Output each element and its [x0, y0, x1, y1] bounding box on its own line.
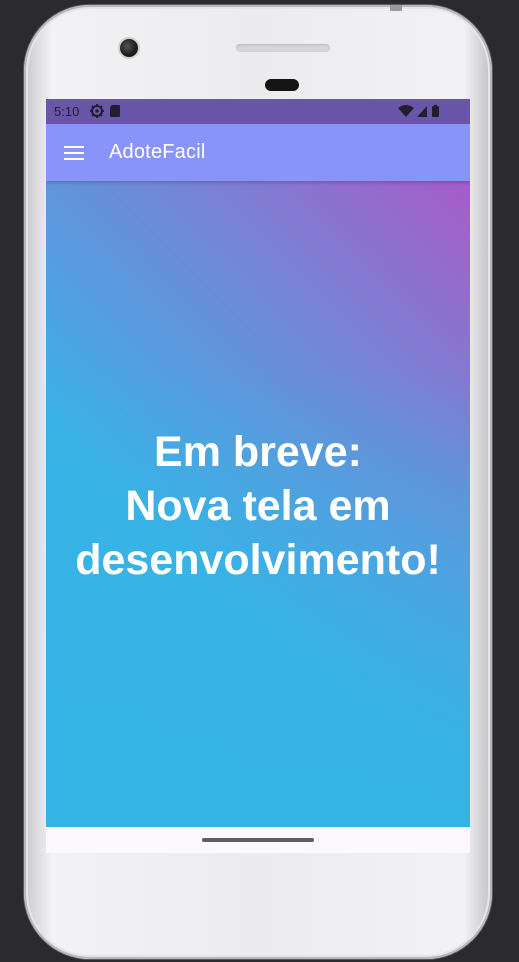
coming-soon-panel: Em breve: Nova tela em desenvolvimento! [46, 181, 470, 827]
status-bar: 5:10 [46, 99, 470, 124]
gesture-nav-bar [46, 827, 470, 853]
battery-icon [432, 106, 439, 117]
settings-gear-icon [90, 104, 104, 118]
status-time: 5:10 [54, 104, 80, 119]
sd-card-icon [110, 105, 120, 117]
emulator-stage: 5:10 AdoteFacil Em breve: Nova tela em d… [0, 0, 519, 962]
message-line: desenvolvimento! [75, 536, 441, 584]
hamburger-menu-icon [64, 146, 84, 160]
wifi-icon [398, 105, 414, 117]
menu-button[interactable] [58, 137, 90, 169]
front-camera [120, 39, 138, 57]
status-right-icons [398, 104, 444, 120]
status-left-icons [88, 103, 128, 119]
app-toolbar: AdoteFacil [46, 124, 470, 181]
earpiece-speaker [236, 44, 330, 52]
home-gesture-pill[interactable] [202, 838, 314, 842]
phone-screen: 5:10 AdoteFacil Em breve: Nova tela em d… [46, 99, 470, 853]
app-title: AdoteFacil [109, 141, 206, 163]
power-port [390, 5, 402, 11]
coming-soon-message: Em breve: Nova tela em desenvolvimento! [46, 425, 470, 587]
message-line: Em breve: [154, 428, 362, 476]
message-line: Nova tela em [125, 482, 391, 530]
proximity-sensor [265, 79, 299, 91]
cell-signal-icon [417, 106, 427, 117]
